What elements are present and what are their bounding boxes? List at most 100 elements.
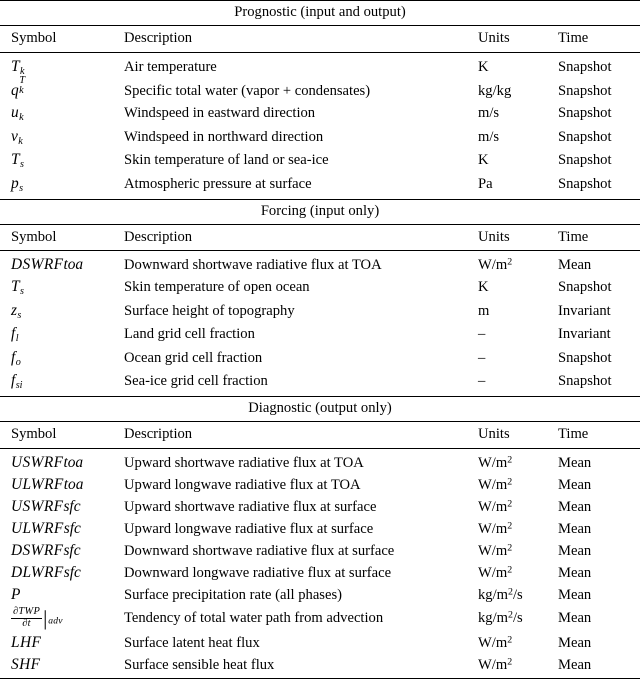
row-time: Snapshot — [555, 53, 640, 79]
symbol-math: fl — [11, 325, 19, 342]
row-symbol: ULWRFtoa — [0, 474, 123, 496]
row-time: Mean — [555, 562, 640, 584]
symbol-math: ps — [11, 175, 23, 192]
row-time: Mean — [555, 631, 640, 653]
column-header-units: Units — [470, 225, 555, 251]
row-time: Snapshot — [555, 79, 640, 102]
units-value: m/s — [478, 129, 499, 145]
row-time: Mean — [555, 584, 640, 606]
table-row: USWRFsfcUpward shortwave radiative flux … — [0, 496, 640, 518]
row-description: Surface latent heat flux — [123, 631, 470, 653]
symbol-math: ULWRFsfc — [11, 520, 81, 537]
units-value: W/m2 — [478, 257, 512, 273]
row-units: kg/m2/s — [470, 584, 555, 606]
row-description: Land grid cell fraction — [123, 323, 470, 346]
symbol-math: ULWRFtoa — [11, 476, 83, 493]
row-time: Mean — [555, 449, 640, 474]
row-units: K — [470, 149, 555, 172]
row-units: m/s — [470, 102, 555, 125]
row-description: Upward shortwave radiative flux at TOA — [123, 449, 470, 474]
symbol-math: Ts — [11, 151, 24, 168]
table-row: fsiSea-ice grid cell fraction–Snapshot — [0, 370, 640, 397]
symbol-math: vk — [11, 128, 23, 145]
units-value: – — [478, 350, 485, 366]
row-time: Snapshot — [555, 126, 640, 149]
row-time: Mean — [555, 540, 640, 562]
section-title: Forcing (input only) — [0, 200, 640, 224]
column-header-units: Units — [470, 26, 555, 52]
column-header-units: Units — [470, 422, 555, 448]
row-units: W/m2 — [470, 562, 555, 584]
symbol-math: USWRFtoa — [11, 454, 83, 471]
row-symbol: fl — [0, 323, 123, 346]
row-symbol: uk — [0, 102, 123, 125]
row-units: W/m2 — [470, 518, 555, 540]
row-time: Snapshot — [555, 173, 640, 200]
row-symbol: Ts — [0, 149, 123, 172]
column-header-time: Time — [555, 26, 640, 52]
symbol-math: Ts — [11, 278, 24, 295]
units-value: W/m2 — [478, 657, 512, 673]
row-units: m/s — [470, 126, 555, 149]
row-units: W/m2 — [470, 540, 555, 562]
table-row: fl Land grid cell fraction– Invariant — [0, 323, 640, 346]
table-row: ULWRFtoa Upward longwave radiative flux a… — [0, 474, 640, 496]
column-header-time: Time — [555, 422, 640, 448]
row-description: Downward shortwave radiative flux at sur… — [123, 540, 470, 562]
row-symbol: ps — [0, 173, 123, 200]
units-value: kg/m2/s — [478, 610, 523, 626]
column-header-description: Description — [123, 422, 470, 448]
row-units: kg/kg — [470, 79, 555, 102]
row-symbol: fo — [0, 347, 123, 370]
units-value: K — [478, 279, 489, 295]
row-units: W/m2 — [470, 631, 555, 653]
units-value: kg/m2/s — [478, 587, 523, 603]
row-symbol: ∂TWP∂t|adv — [0, 606, 123, 631]
column-header-row: SymbolDescriptionUnitsTime — [0, 225, 640, 251]
section-title: Diagnostic (output only) — [0, 397, 640, 421]
table-row: LHFSurface latent heat fluxW/m2Mean — [0, 631, 640, 653]
symbol-math: uk — [11, 104, 24, 121]
row-description: Air temperature — [123, 53, 470, 79]
column-header-row: SymbolDescriptionUnitsTime — [0, 26, 640, 52]
table-row: vk Windspeed in northward direction m/s Sna… — [0, 126, 640, 149]
row-symbol: P — [0, 584, 123, 606]
row-units: W/m2 — [470, 496, 555, 518]
column-header-description: Description — [123, 225, 470, 251]
symbol-math: Tk — [11, 58, 24, 75]
symbol-math: SHF — [11, 656, 40, 673]
symbol-math: fo — [11, 349, 21, 366]
units-value: m — [478, 303, 489, 319]
table-row: PSurface precipitation rate (all phases)… — [0, 584, 640, 606]
row-units: – — [470, 347, 555, 370]
variable-table: Prognostic (input and output)SymbolDescr… — [0, 0, 640, 679]
row-description: Upward longwave radiative flux at TOA — [123, 474, 470, 496]
column-header-symbol: Symbol — [0, 422, 123, 448]
row-time: Invariant — [555, 323, 640, 346]
row-time: Mean — [555, 474, 640, 496]
row-units: W/m2 — [470, 653, 555, 678]
row-description: Downward shortwave radiative flux at TOA — [123, 251, 470, 276]
row-description: Windspeed in northward direction — [123, 126, 470, 149]
row-symbol: qTk — [0, 79, 123, 102]
row-symbol: fsi — [0, 370, 123, 397]
column-header-description: Description — [123, 26, 470, 52]
row-time: Snapshot — [555, 102, 640, 125]
row-time: Mean — [555, 653, 640, 678]
units-value: Pa — [478, 176, 493, 192]
symbol-math: DSWRFsfc — [11, 542, 81, 559]
row-symbol: USWRFsfc — [0, 496, 123, 518]
units-value: – — [478, 373, 485, 389]
row-units: Pa — [470, 173, 555, 200]
symbol-derivative: ∂TWP∂t|adv — [11, 609, 63, 626]
symbol-math: qTk — [11, 82, 29, 99]
units-value: W/m2 — [478, 565, 512, 581]
units-value: – — [478, 326, 485, 342]
symbol-math: DSWRFtoa — [11, 256, 83, 273]
table-row: ULWRFsfc Upward longwave radiative flux a… — [0, 518, 640, 540]
section-title: Prognostic (input and output) — [0, 1, 640, 25]
row-description: Upward longwave radiative flux at surfac… — [123, 518, 470, 540]
units-value: K — [478, 152, 489, 168]
row-time: Mean — [555, 496, 640, 518]
row-description: Sea-ice grid cell fraction — [123, 370, 470, 397]
